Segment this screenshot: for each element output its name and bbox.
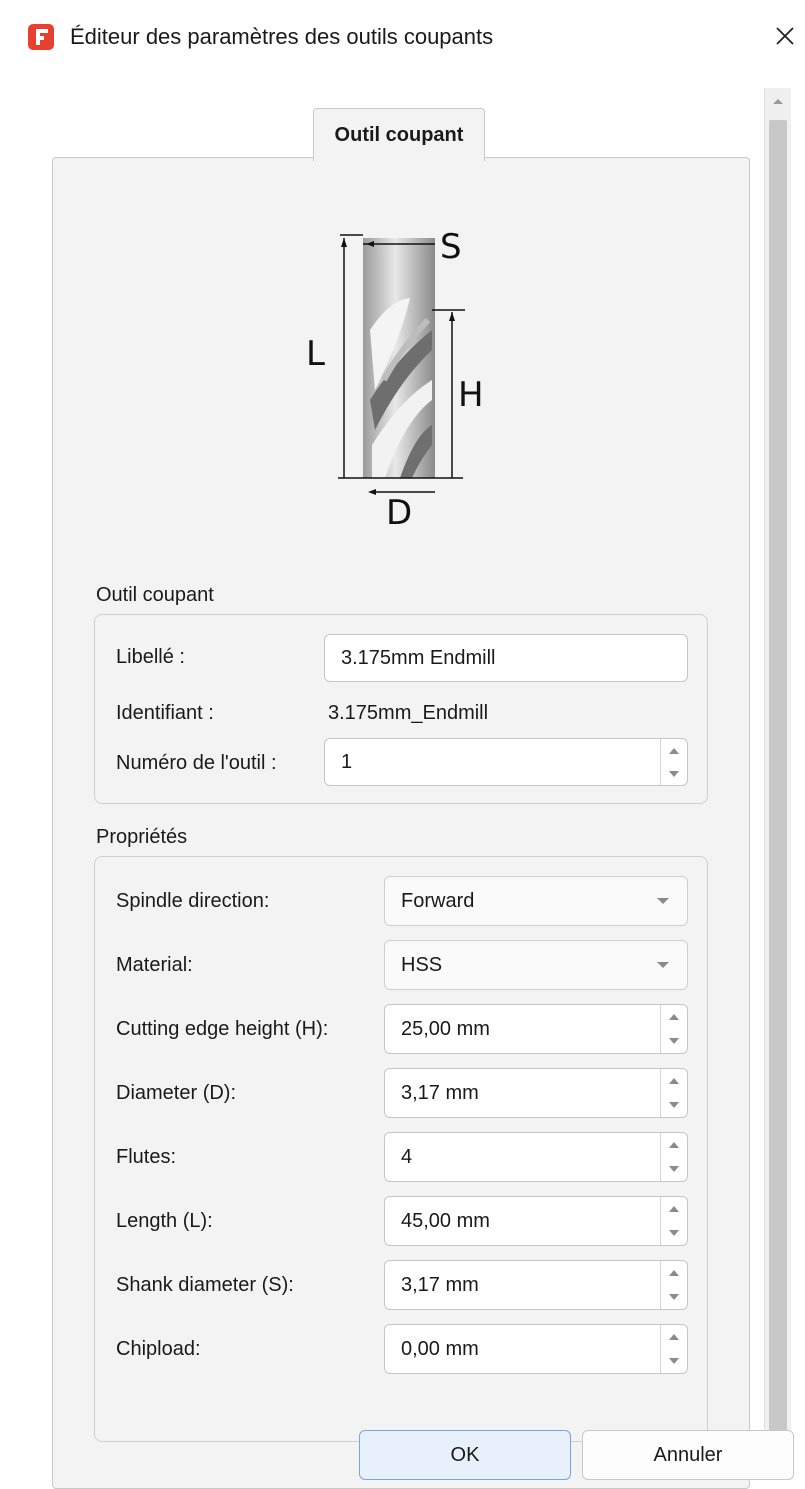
spin-buttons	[660, 739, 687, 785]
property-spinbox[interactable]: 4	[384, 1132, 688, 1182]
spin-down-icon	[669, 1038, 679, 1044]
property-label: Spindle direction:	[116, 890, 270, 912]
spin-buttons	[660, 1133, 687, 1181]
spin-buttons	[660, 1069, 687, 1117]
property-value: 25,00 mm	[401, 1017, 490, 1040]
scroll-thumb[interactable]	[769, 120, 787, 1444]
spin-down-icon	[669, 1102, 679, 1108]
spin-up-button[interactable]	[661, 1325, 687, 1349]
property-dropdown[interactable]: Forward	[384, 876, 688, 926]
numero-label: Numéro de l'outil :	[116, 752, 277, 774]
spin-up-icon	[669, 1270, 679, 1276]
property-label: Material:	[116, 954, 193, 976]
tab-outil-coupant[interactable]: Outil coupant	[313, 108, 485, 161]
spin-down-button[interactable]	[661, 1349, 687, 1373]
spin-up-icon	[669, 747, 679, 754]
property-label: Diameter (D):	[116, 1082, 237, 1104]
spin-up-button[interactable]	[661, 1197, 687, 1221]
property-value: 3,17 mm	[401, 1273, 479, 1296]
close-icon	[776, 27, 794, 45]
close-button[interactable]	[768, 16, 802, 56]
property-value: 45,00 mm	[401, 1209, 490, 1232]
spin-down-button[interactable]	[661, 762, 687, 785]
spin-down-button[interactable]	[661, 1093, 687, 1117]
spin-buttons	[660, 1325, 687, 1373]
property-spinbox[interactable]: 25,00 mm	[384, 1004, 688, 1054]
spin-up-icon	[669, 1142, 679, 1148]
property-dropdown[interactable]: HSS	[384, 940, 688, 990]
ok-button[interactable]: OK	[359, 1430, 571, 1480]
cancel-button[interactable]: Annuler	[582, 1430, 794, 1480]
property-spinbox[interactable]: 3,17 mm	[384, 1068, 688, 1118]
libelle-input[interactable]: 3.175mm Endmill	[324, 634, 688, 682]
property-value: 3,17 mm	[401, 1081, 479, 1104]
property-value: 4	[401, 1145, 413, 1168]
property-spinbox[interactable]: 0,00 mm	[384, 1324, 688, 1374]
property-label: Chipload:	[116, 1338, 201, 1360]
property-value: HSS	[401, 953, 443, 976]
spin-down-icon	[669, 1358, 679, 1364]
spin-up-icon	[669, 1334, 679, 1340]
label-s: S	[440, 227, 462, 267]
chevron-down-icon	[657, 962, 669, 968]
spin-buttons	[660, 1197, 687, 1245]
spin-down-icon	[669, 770, 679, 777]
spin-down-icon	[669, 1230, 679, 1236]
spin-up-icon	[669, 1078, 679, 1084]
libelle-label: Libellé :	[116, 646, 185, 668]
property-value: Forward	[401, 889, 475, 912]
spin-up-button[interactable]	[661, 1005, 687, 1029]
vertical-scrollbar[interactable]	[764, 88, 791, 1480]
spin-down-button[interactable]	[661, 1221, 687, 1245]
spin-up-button[interactable]	[661, 1133, 687, 1157]
spin-buttons	[660, 1005, 687, 1053]
property-label: Shank diameter (S):	[116, 1274, 294, 1296]
scroll-up-icon	[773, 99, 783, 104]
spin-down-button[interactable]	[661, 1029, 687, 1053]
property-spinbox[interactable]: 3,17 mm	[384, 1260, 688, 1310]
chevron-down-icon	[657, 898, 669, 904]
spin-down-icon	[669, 1166, 679, 1172]
title-bar: Éditeur des paramètres des outils coupan…	[0, 0, 805, 78]
property-label: Cutting edge height (H):	[116, 1018, 329, 1040]
numero-value: 1	[341, 750, 353, 773]
property-value: 0,00 mm	[401, 1337, 479, 1360]
identifiant-value: 3.175mm_Endmill	[328, 702, 489, 724]
endmill-diagram: S L H D	[306, 227, 484, 533]
label-l: L	[306, 334, 325, 374]
numero-spinbox[interactable]: 1	[324, 738, 688, 786]
tool-group-title: Outil coupant	[96, 584, 214, 606]
spin-down-icon	[669, 1294, 679, 1300]
properties-group-title: Propriétés	[96, 826, 188, 848]
spin-up-button[interactable]	[661, 1261, 687, 1285]
spin-up-button[interactable]	[661, 1069, 687, 1093]
spin-buttons	[660, 1261, 687, 1309]
spin-up-icon	[669, 1014, 679, 1020]
label-h: H	[458, 375, 484, 415]
spin-up-icon	[669, 1206, 679, 1212]
app-logo-icon	[28, 24, 54, 50]
scroll-up-button[interactable]	[765, 88, 791, 114]
identifiant-label: Identifiant :	[116, 702, 214, 724]
label-d: D	[386, 493, 412, 533]
libelle-value: 3.175mm Endmill	[341, 646, 496, 669]
spin-up-button[interactable]	[661, 739, 687, 762]
property-label: Flutes:	[116, 1146, 177, 1168]
spin-down-button[interactable]	[661, 1157, 687, 1181]
spin-down-button[interactable]	[661, 1285, 687, 1309]
property-label: Length (L):	[116, 1210, 213, 1232]
property-spinbox[interactable]: 45,00 mm	[384, 1196, 688, 1246]
window-title: Éditeur des paramètres des outils coupan…	[70, 24, 494, 49]
